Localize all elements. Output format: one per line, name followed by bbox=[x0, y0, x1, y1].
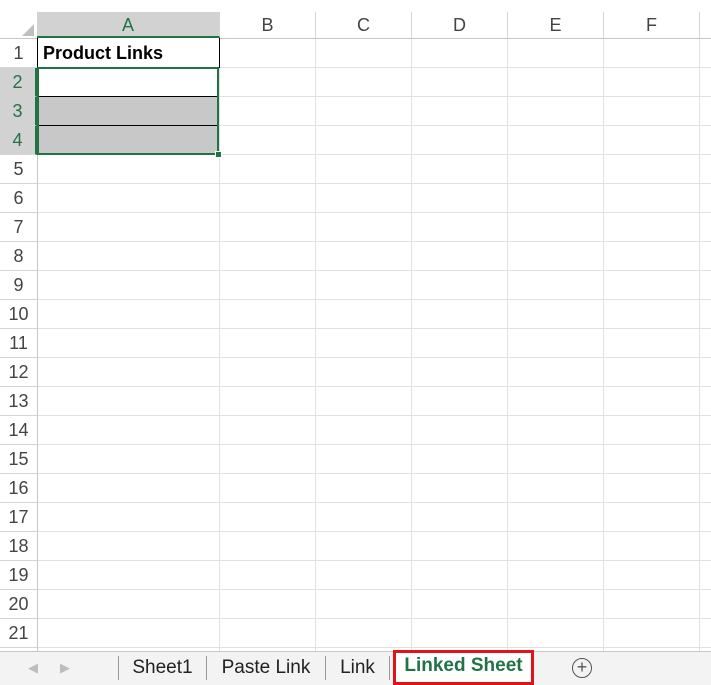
gridline-row-13 bbox=[38, 415, 711, 416]
gridline-row-17 bbox=[38, 531, 711, 532]
scroll-right-icon[interactable]: ▶ bbox=[60, 660, 70, 676]
cell-a1[interactable]: Product Links bbox=[37, 38, 220, 68]
gridline-row-16 bbox=[38, 502, 711, 503]
row-header-16[interactable]: 16 bbox=[0, 474, 37, 503]
fill-handle[interactable] bbox=[215, 151, 222, 158]
gridline-row-18 bbox=[38, 560, 711, 561]
gridline-row-21 bbox=[38, 647, 711, 648]
sheet-tab-bar: ◀ ▶ Sheet1 Paste Link Link Linked Sheet … bbox=[0, 650, 711, 685]
add-sheet-icon[interactable]: + bbox=[572, 658, 592, 678]
gridline-row-14 bbox=[38, 444, 711, 445]
row-header-3[interactable]: 3 bbox=[0, 97, 37, 126]
tab-linked-sheet[interactable]: Linked Sheet bbox=[393, 650, 534, 685]
gridline-row-7 bbox=[38, 241, 711, 242]
column-header-a[interactable]: A bbox=[37, 12, 220, 38]
row-header-18[interactable]: 18 bbox=[0, 532, 37, 561]
row-header-10[interactable]: 10 bbox=[0, 300, 37, 329]
row-header-8[interactable]: 8 bbox=[0, 242, 37, 271]
column-header-e[interactable]: E bbox=[508, 12, 604, 38]
row-header-4[interactable]: 4 bbox=[0, 126, 37, 155]
column-header-b[interactable]: B bbox=[220, 12, 316, 38]
row-header-19[interactable]: 19 bbox=[0, 561, 37, 590]
column-header-f[interactable]: F bbox=[604, 12, 700, 38]
column-header-d[interactable]: D bbox=[412, 12, 508, 38]
row-header-20[interactable]: 20 bbox=[0, 590, 37, 619]
row-header-2[interactable]: 2 bbox=[0, 68, 37, 97]
gridline-row-19 bbox=[38, 589, 711, 590]
row-header-15[interactable]: 15 bbox=[0, 445, 37, 474]
gridline-row-8 bbox=[38, 270, 711, 271]
column-header-g[interactable] bbox=[700, 12, 711, 38]
row-header-7[interactable]: 7 bbox=[0, 213, 37, 242]
gridline-row-9 bbox=[38, 299, 711, 300]
row-header-12[interactable]: 12 bbox=[0, 358, 37, 387]
gridline-row-15 bbox=[38, 473, 711, 474]
gridline-row-12 bbox=[38, 386, 711, 387]
gridline-row-11 bbox=[38, 357, 711, 358]
scroll-left-icon[interactable]: ◀ bbox=[28, 660, 38, 676]
row-header-21[interactable]: 21 bbox=[0, 619, 37, 648]
gridline-row-10 bbox=[38, 328, 711, 329]
tab-link[interactable]: Link bbox=[326, 652, 389, 685]
tab-sheet1[interactable]: Sheet1 bbox=[119, 652, 206, 685]
row-header-6[interactable]: 6 bbox=[0, 184, 37, 213]
column-header-c[interactable]: C bbox=[316, 12, 412, 38]
row-header-11[interactable]: 11 bbox=[0, 329, 37, 358]
row-header-9[interactable]: 9 bbox=[0, 271, 37, 300]
select-all-icon bbox=[22, 24, 34, 36]
selection-range[interactable] bbox=[37, 67, 219, 155]
row-header-5[interactable]: 5 bbox=[0, 155, 37, 184]
tab-separator bbox=[389, 656, 390, 680]
row-header-17[interactable]: 17 bbox=[0, 503, 37, 532]
gridline-row-20 bbox=[38, 618, 711, 619]
worksheet-grid: A B C D E F 1 2 3 4 5 6 7 8 9 10 11 12 1… bbox=[0, 0, 711, 651]
row-header-14[interactable]: 14 bbox=[0, 416, 37, 445]
gridline-row-6 bbox=[38, 212, 711, 213]
tab-paste-link[interactable]: Paste Link bbox=[207, 652, 325, 685]
row-header-13[interactable]: 13 bbox=[0, 387, 37, 416]
gridline-row-5 bbox=[38, 183, 711, 184]
row-header-1[interactable]: 1 bbox=[0, 39, 37, 68]
